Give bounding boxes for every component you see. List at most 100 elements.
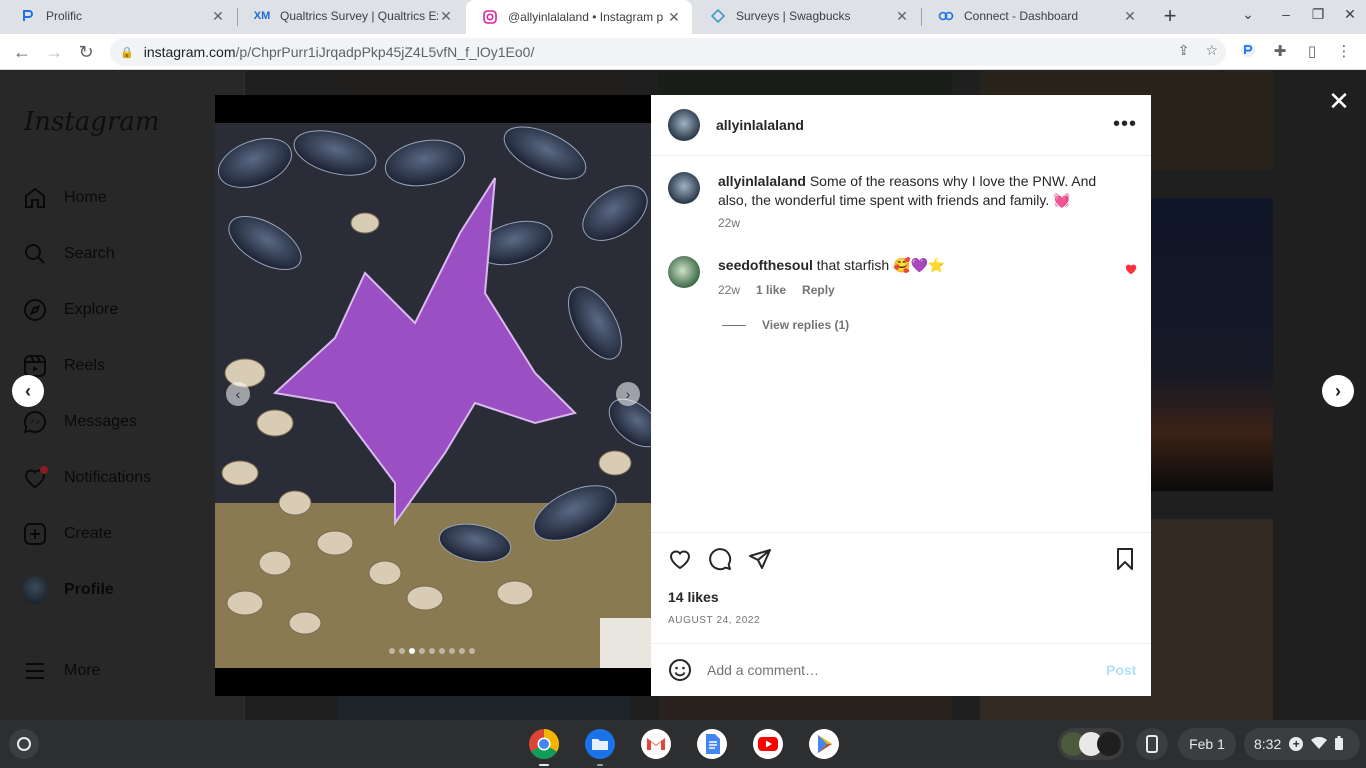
- qualtrics-icon: XM: [253, 10, 271, 22]
- chevron-right-icon: ›: [1335, 380, 1341, 401]
- likes-count[interactable]: 14 likes: [668, 589, 719, 605]
- carousel-dot: [439, 648, 445, 654]
- tab-title: Qualtrics Survey | Qualtrics Exp: [280, 9, 438, 23]
- comment-icon[interactable]: [708, 547, 734, 573]
- tab-search-icon[interactable]: ⌄: [1238, 6, 1258, 23]
- wifi-icon: [1311, 736, 1328, 752]
- divider: [722, 324, 746, 326]
- extensions-icon[interactable]: ✚: [1270, 42, 1290, 60]
- url-path: /p/ChprPurr1iJrqadpPkp45jZ4L5vfN_f_lOy1E…: [235, 44, 535, 60]
- connect-icon: [938, 8, 954, 24]
- tab-connect[interactable]: Connect - Dashboard ✕: [922, 0, 1148, 32]
- running-indicator: [539, 764, 549, 766]
- post-date[interactable]: AUGUST 24, 2022: [668, 615, 760, 626]
- status-tray[interactable]: 8:32 +: [1244, 728, 1360, 760]
- holding-space-tray[interactable]: [1058, 728, 1124, 760]
- close-window-icon[interactable]: ✕: [1340, 6, 1360, 23]
- carousel-prev-button[interactable]: ‹: [226, 382, 250, 406]
- chrome-icon[interactable]: [528, 728, 560, 760]
- tab-instagram[interactable]: @allyinlalaland • Instagram p ✕: [466, 0, 692, 34]
- tab-title: Connect - Dashboard: [964, 9, 1079, 23]
- tab-title: Prolific: [46, 9, 83, 23]
- caption-age[interactable]: 22w: [718, 216, 740, 230]
- chevron-left-icon: ‹: [25, 380, 31, 401]
- post-comment-button[interactable]: Post: [1106, 662, 1136, 678]
- tab-qualtrics[interactable]: XM Qualtrics Survey | Qualtrics Exp ✕: [238, 0, 464, 32]
- restore-icon[interactable]: ❐: [1308, 6, 1328, 23]
- docs-icon[interactable]: [696, 728, 728, 760]
- close-modal-icon[interactable]: ✕: [1326, 86, 1352, 117]
- instagram-icon: [482, 9, 498, 25]
- tab-prolific[interactable]: Prolific ✕: [4, 0, 236, 32]
- heart-icon[interactable]: [668, 547, 694, 573]
- date-tray[interactable]: Feb 1: [1178, 728, 1236, 760]
- address-bar[interactable]: 🔒 instagram.com/p/ChprPurr1iJrqadpPkp45j…: [110, 38, 1226, 66]
- add-circle-icon: +: [1289, 737, 1304, 751]
- os-shelf: Feb 1 8:32 +: [0, 720, 1366, 768]
- play-store-icon[interactable]: [808, 728, 840, 760]
- post-author-username[interactable]: allyinlalaland: [716, 117, 804, 133]
- back-icon[interactable]: ←: [10, 40, 34, 64]
- phone-hub-icon[interactable]: [1136, 728, 1168, 760]
- browser-toolbar: ← → ↻ 🔒 instagram.com/p/ChprPurr1iJrqadp…: [0, 34, 1366, 70]
- comment-username[interactable]: seedofthesoul: [718, 257, 813, 273]
- carousel-dot: [429, 648, 435, 654]
- tab-title: @allyinlalaland • Instagram p: [508, 10, 664, 24]
- forward-icon[interactable]: →: [42, 40, 66, 64]
- carousel-dot: [449, 648, 455, 654]
- tab-title: Surveys | Swagbucks: [736, 9, 851, 23]
- minimize-icon[interactable]: –: [1276, 6, 1296, 22]
- bookmark-icon[interactable]: [1113, 547, 1139, 573]
- comment-text: that starfish 🥰💜⭐: [816, 257, 946, 273]
- comment-age[interactable]: 22w: [718, 283, 740, 297]
- emoji-icon[interactable]: [668, 658, 692, 687]
- tab-swagbucks[interactable]: Surveys | Swagbucks ✕: [694, 0, 920, 32]
- gmail-icon[interactable]: [640, 728, 672, 760]
- caption-username[interactable]: allyinlalaland: [718, 173, 806, 189]
- share-icon[interactable]: ⇪: [1178, 42, 1190, 59]
- lock-icon: 🔒: [120, 46, 134, 59]
- avatar[interactable]: [668, 256, 700, 288]
- carousel-dots: [389, 648, 475, 654]
- carousel-dot: [419, 648, 425, 654]
- youtube-icon[interactable]: [752, 728, 784, 760]
- carousel-next-button[interactable]: ›: [616, 382, 640, 406]
- launcher-icon[interactable]: [8, 728, 40, 760]
- chevron-left-icon: ‹: [235, 386, 241, 402]
- more-options-icon[interactable]: ⋮: [1334, 42, 1354, 60]
- avatar[interactable]: [668, 172, 700, 204]
- chevron-right-icon: ›: [625, 386, 631, 402]
- running-indicator: [597, 764, 603, 766]
- view-replies-button[interactable]: View replies (1): [722, 318, 849, 332]
- avatar[interactable]: [668, 109, 700, 141]
- comment-likes[interactable]: 1 like: [756, 283, 786, 297]
- previous-post-button[interactable]: ‹: [12, 375, 44, 407]
- post-photo-starfish: [215, 123, 651, 668]
- share-icon[interactable]: [748, 547, 774, 573]
- carousel-dot: [399, 648, 405, 654]
- carousel-dot: [459, 648, 465, 654]
- comment-input[interactable]: [707, 660, 1087, 680]
- comment-composer: Post: [651, 643, 1151, 696]
- more-options-icon[interactable]: •••: [1113, 113, 1137, 136]
- close-tab-icon[interactable]: ✕: [210, 8, 226, 25]
- swagbucks-icon: [710, 8, 726, 24]
- view-replies-label: View replies (1): [762, 318, 850, 332]
- star-icon[interactable]: ☆: [1205, 42, 1218, 59]
- files-icon[interactable]: [584, 728, 616, 760]
- close-tab-icon[interactable]: ✕: [894, 8, 910, 25]
- next-post-button[interactable]: ›: [1322, 375, 1354, 407]
- reply-button[interactable]: Reply: [802, 283, 835, 297]
- close-tab-icon[interactable]: ✕: [666, 9, 682, 26]
- reload-icon[interactable]: ↻: [74, 40, 98, 64]
- comment-item: seedofthesoul that starfish 🥰💜⭐ 22w 1 li…: [668, 256, 1138, 346]
- carousel-dot: [409, 648, 415, 654]
- heart-icon[interactable]: [1124, 262, 1138, 281]
- side-panel-icon[interactable]: ▯: [1302, 42, 1322, 60]
- url-host: instagram.com: [143, 44, 236, 60]
- close-tab-icon[interactable]: ✕: [1122, 8, 1138, 25]
- prolific-extension-icon[interactable]: [1238, 42, 1258, 62]
- new-tab-icon[interactable]: +: [1158, 4, 1182, 28]
- close-tab-icon[interactable]: ✕: [438, 8, 454, 25]
- post-details-panel: allyinlalaland ••• allyinlalaland Some o…: [651, 95, 1151, 696]
